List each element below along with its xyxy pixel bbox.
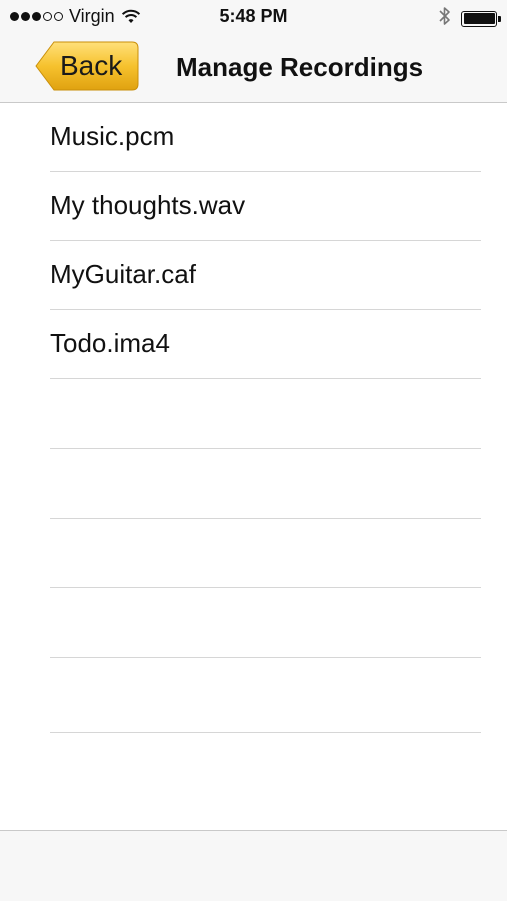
recording-name: Todo.ima4 <box>50 328 170 358</box>
recording-name: Music.pcm <box>50 121 175 151</box>
navigation-bar: Back Manage Recordings <box>0 34 507 103</box>
bluetooth-icon <box>439 6 451 31</box>
empty-row <box>50 450 481 519</box>
status-time: 5:48 PM <box>219 6 288 26</box>
status-bar: Virgin 5:48 PM <box>0 0 507 34</box>
back-label: Back <box>60 50 123 81</box>
empty-row <box>50 380 481 449</box>
page-title: Manage Recordings <box>176 52 424 82</box>
list-item[interactable]: MyGuitar.caf <box>50 241 481 310</box>
status-right <box>439 6 501 31</box>
battery-level <box>463 13 495 24</box>
battery-icon <box>461 10 501 27</box>
list-item[interactable]: Music.pcm <box>50 103 481 172</box>
empty-row <box>50 589 481 658</box>
empty-row <box>50 519 481 588</box>
list-item[interactable]: Todo.ima4 <box>50 310 481 379</box>
empty-row <box>50 659 481 733</box>
list-item[interactable]: My thoughts.wav <box>50 172 481 241</box>
back-button[interactable]: Back <box>34 38 140 94</box>
recording-name: MyGuitar.caf <box>50 259 196 289</box>
bottom-toolbar <box>0 830 507 901</box>
recording-name: My thoughts.wav <box>50 190 246 220</box>
